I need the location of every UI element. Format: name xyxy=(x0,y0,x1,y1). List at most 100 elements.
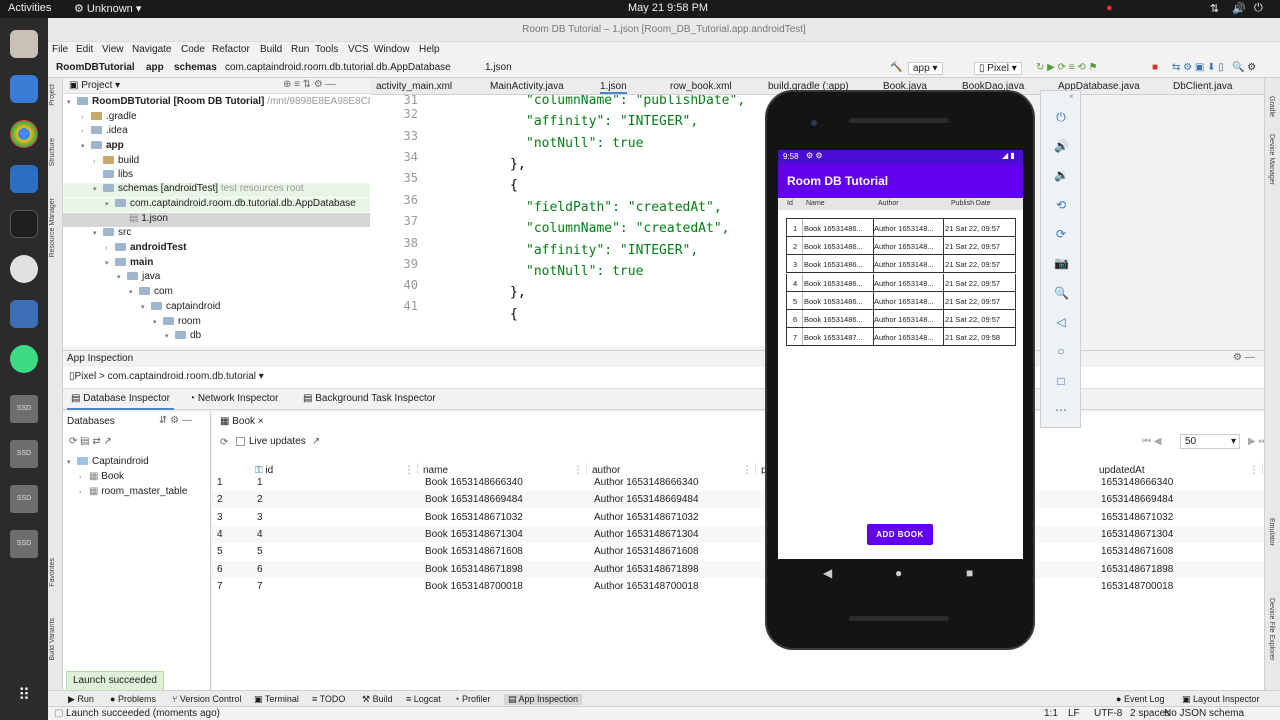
menu-help[interactable]: Help xyxy=(419,44,440,55)
menu-build[interactable]: Build xyxy=(260,44,282,55)
project-toolbar-icons[interactable]: ⊕ ≡ ⇅ ⚙ — xyxy=(283,79,336,90)
tab-logcat[interactable]: ≡ Logcat xyxy=(406,694,441,704)
activities-button[interactable]: Activities xyxy=(8,2,51,14)
zoom-icon[interactable]: 🔍 xyxy=(1054,286,1069,300)
cursor-position[interactable]: 1:1 xyxy=(1044,708,1058,719)
table-cell[interactable]: Book 1653148666340 xyxy=(425,474,523,491)
drive-icon[interactable]: SSD xyxy=(10,485,38,513)
breadcrumb-schemas[interactable]: schemas xyxy=(174,62,217,73)
db-tree-table-room-master[interactable]: › ▦ room_master_table xyxy=(79,486,187,500)
table-cell[interactable]: 1653148700018 xyxy=(1101,578,1173,595)
show-apps-icon[interactable]: ⠿ xyxy=(10,682,38,710)
run-config-select[interactable]: app ▾ xyxy=(908,62,943,75)
db-tree-table-book[interactable]: › ▦ Book xyxy=(79,471,124,485)
drive-icon[interactable]: SSD xyxy=(10,440,38,468)
android-studio-icon[interactable] xyxy=(10,345,38,373)
table-cell[interactable]: 7 xyxy=(217,578,223,595)
table-cell[interactable]: Author 1653148700018 xyxy=(594,578,699,595)
panel-settings-icon[interactable]: ⚙ — xyxy=(1233,352,1255,363)
home-icon[interactable]: ○ xyxy=(1054,344,1068,358)
more-icon[interactable]: ⋯ xyxy=(1054,403,1068,417)
table-cell[interactable]: Author 1653148669484 xyxy=(594,491,699,508)
tree-item[interactable]: › androidTest xyxy=(105,242,186,256)
menu-view[interactable]: View xyxy=(102,44,124,55)
table-cell[interactable]: 1653148671898 xyxy=(1101,561,1173,578)
page-size-select[interactable]: 50 ▾ xyxy=(1180,434,1240,449)
phone-list-item[interactable]: 7 Book 16531487... Author 1653148... 21 Sat… xyxy=(786,328,1016,347)
table-cell[interactable]: 1653148669484 xyxy=(1101,491,1173,508)
gradle-tab[interactable]: Gradle xyxy=(1268,96,1275,117)
table-cell[interactable]: 5 xyxy=(217,543,223,560)
table-cell[interactable]: Author 1653148666340 xyxy=(594,474,699,491)
table-cell[interactable]: Book 1653148671032 xyxy=(425,509,523,526)
db-panel-icons[interactable]: ⇵ ⚙ — xyxy=(159,415,192,426)
screenshot-icon[interactable]: 📷 xyxy=(1054,256,1069,270)
first-page-icon[interactable]: ⏮ ◀ xyxy=(1142,436,1161,447)
tab-todo[interactable]: ≡ TODO xyxy=(312,694,345,704)
menu-navigate[interactable]: Navigate xyxy=(132,44,171,55)
back-icon[interactable]: ◁ xyxy=(1054,315,1068,329)
power-button-icon[interactable]: ⏻ xyxy=(1054,110,1068,124)
phone-list-item[interactable]: 4 Book 16531486... Author 1653148... 21 Sat… xyxy=(786,273,1016,292)
tab-row-book[interactable]: row_book.xml xyxy=(670,81,732,92)
device-screen[interactable]: 9:58 ⚙ ⚙ ◢ ▮ Room DB Tutorial Id Name Au… xyxy=(778,150,1023,559)
table-cell[interactable]: Book 1653148669484 xyxy=(425,491,523,508)
line-separator[interactable]: LF xyxy=(1068,708,1080,719)
table-cell[interactable]: 7 xyxy=(257,578,263,595)
back-nav-icon[interactable]: ◀ xyxy=(823,566,832,580)
menu-vcs[interactable]: VCS xyxy=(348,44,369,55)
build-variants-tab[interactable]: Build Variants xyxy=(49,618,56,661)
phone-list-item[interactable]: 5 Book 16531486... Author 1653148... 21 Sat… xyxy=(786,291,1016,310)
tree-item[interactable]: ▾ main xyxy=(105,257,153,271)
tab-build[interactable]: ⚒ Build xyxy=(362,694,393,705)
table-cell[interactable]: Author 1653148671898 xyxy=(594,561,699,578)
power-icon[interactable]: ⏻ xyxy=(1254,2,1263,15)
network-icon[interactable]: ⇅ xyxy=(1210,2,1219,15)
tree-item[interactable]: ▾ captaindroid xyxy=(141,301,220,315)
terminal-icon[interactable] xyxy=(10,210,38,238)
tree-item[interactable]: ▾ com.captaindroid.room.db.tutorial.db.Ap… xyxy=(63,198,370,212)
tree-item-selected[interactable]: ▤ 1.json xyxy=(63,213,370,227)
table-cell[interactable]: 3 xyxy=(217,509,223,526)
table-cell[interactable]: Author 1653148671608 xyxy=(594,543,699,560)
run-icon[interactable]: ↻ ▶ ⟳ ≡ ⟲ ⚑ xyxy=(1036,62,1098,73)
tree-item[interactable]: ▾ RoomDBTutorial [Room DB Tutorial] /mnt/… xyxy=(67,96,370,110)
tab-activity-main[interactable]: activity_main.xml xyxy=(376,81,452,92)
encoding[interactable]: UTF-8 xyxy=(1094,708,1122,719)
tree-item[interactable]: › .gradle xyxy=(81,111,137,125)
volume-icon[interactable]: 🔊 xyxy=(1232,2,1246,15)
overview-icon[interactable]: □ xyxy=(1054,374,1068,388)
drive-icon[interactable]: SSD xyxy=(10,395,38,423)
tab-database-inspector[interactable]: ▤ Database Inspector xyxy=(67,393,174,410)
code-editor[interactable]: 32 33 34 35 36 37 38 39 40 41 31 "column… xyxy=(370,95,770,346)
phone-list-item[interactable]: 6 Book 16531486... Author 1653148... 21 Sat… xyxy=(786,310,1016,328)
tree-item[interactable]: ▾ com xyxy=(129,286,173,300)
menu-file[interactable]: File xyxy=(52,44,68,55)
json-schema[interactable]: No JSON schema xyxy=(1164,708,1244,719)
structure-tool-tab[interactable]: Structure xyxy=(49,138,56,166)
tab-background-task-inspector[interactable]: ▤ Background Task Inspector xyxy=(303,393,436,404)
process-select[interactable]: ▯Pixel > com.captaindroid.room.db.tutori… xyxy=(69,371,264,382)
tree-item[interactable]: ▾ schemas [androidTest] test resources ro… xyxy=(63,183,370,197)
menu-tools[interactable]: Tools xyxy=(315,44,338,55)
files-icon[interactable] xyxy=(10,30,38,58)
table-cell[interactable]: Book 1653148671898 xyxy=(425,561,523,578)
app-menu[interactable]: ⚙ Unknown ▾ xyxy=(74,2,141,15)
tab-profiler[interactable]: ◔ Profiler xyxy=(454,694,490,704)
tree-item[interactable]: ▾ app xyxy=(81,140,124,154)
export-icon[interactable]: ↗ xyxy=(312,436,320,447)
phone-list-item[interactable]: 2 Book 16531486... Author 1653148... 21 Sat… xyxy=(786,237,1016,256)
status-message[interactable]: Launch succeeded (moments ago) xyxy=(66,708,220,719)
device-file-explorer-tab[interactable]: Device File Explorer xyxy=(1268,598,1275,661)
table-cell[interactable]: Book 1653148671608 xyxy=(425,543,523,560)
table-cell[interactable]: 4 xyxy=(257,526,263,543)
project-view-select[interactable]: ▣ Project ▾ xyxy=(69,80,120,91)
table-cell[interactable]: 2 xyxy=(217,491,223,508)
home-nav-icon[interactable]: ● xyxy=(895,566,902,580)
device-select[interactable]: ▯ Pixel ▾ xyxy=(974,62,1022,75)
tab-network-inspector[interactable]: ◔ Network Inspector xyxy=(189,393,278,404)
record-icon[interactable]: ● xyxy=(1106,2,1113,14)
refresh-icon[interactable]: ⟳ xyxy=(220,437,228,448)
stop-icon[interactable]: ■ xyxy=(1152,62,1158,73)
table-cell[interactable]: Author 1653148671032 xyxy=(594,509,699,526)
